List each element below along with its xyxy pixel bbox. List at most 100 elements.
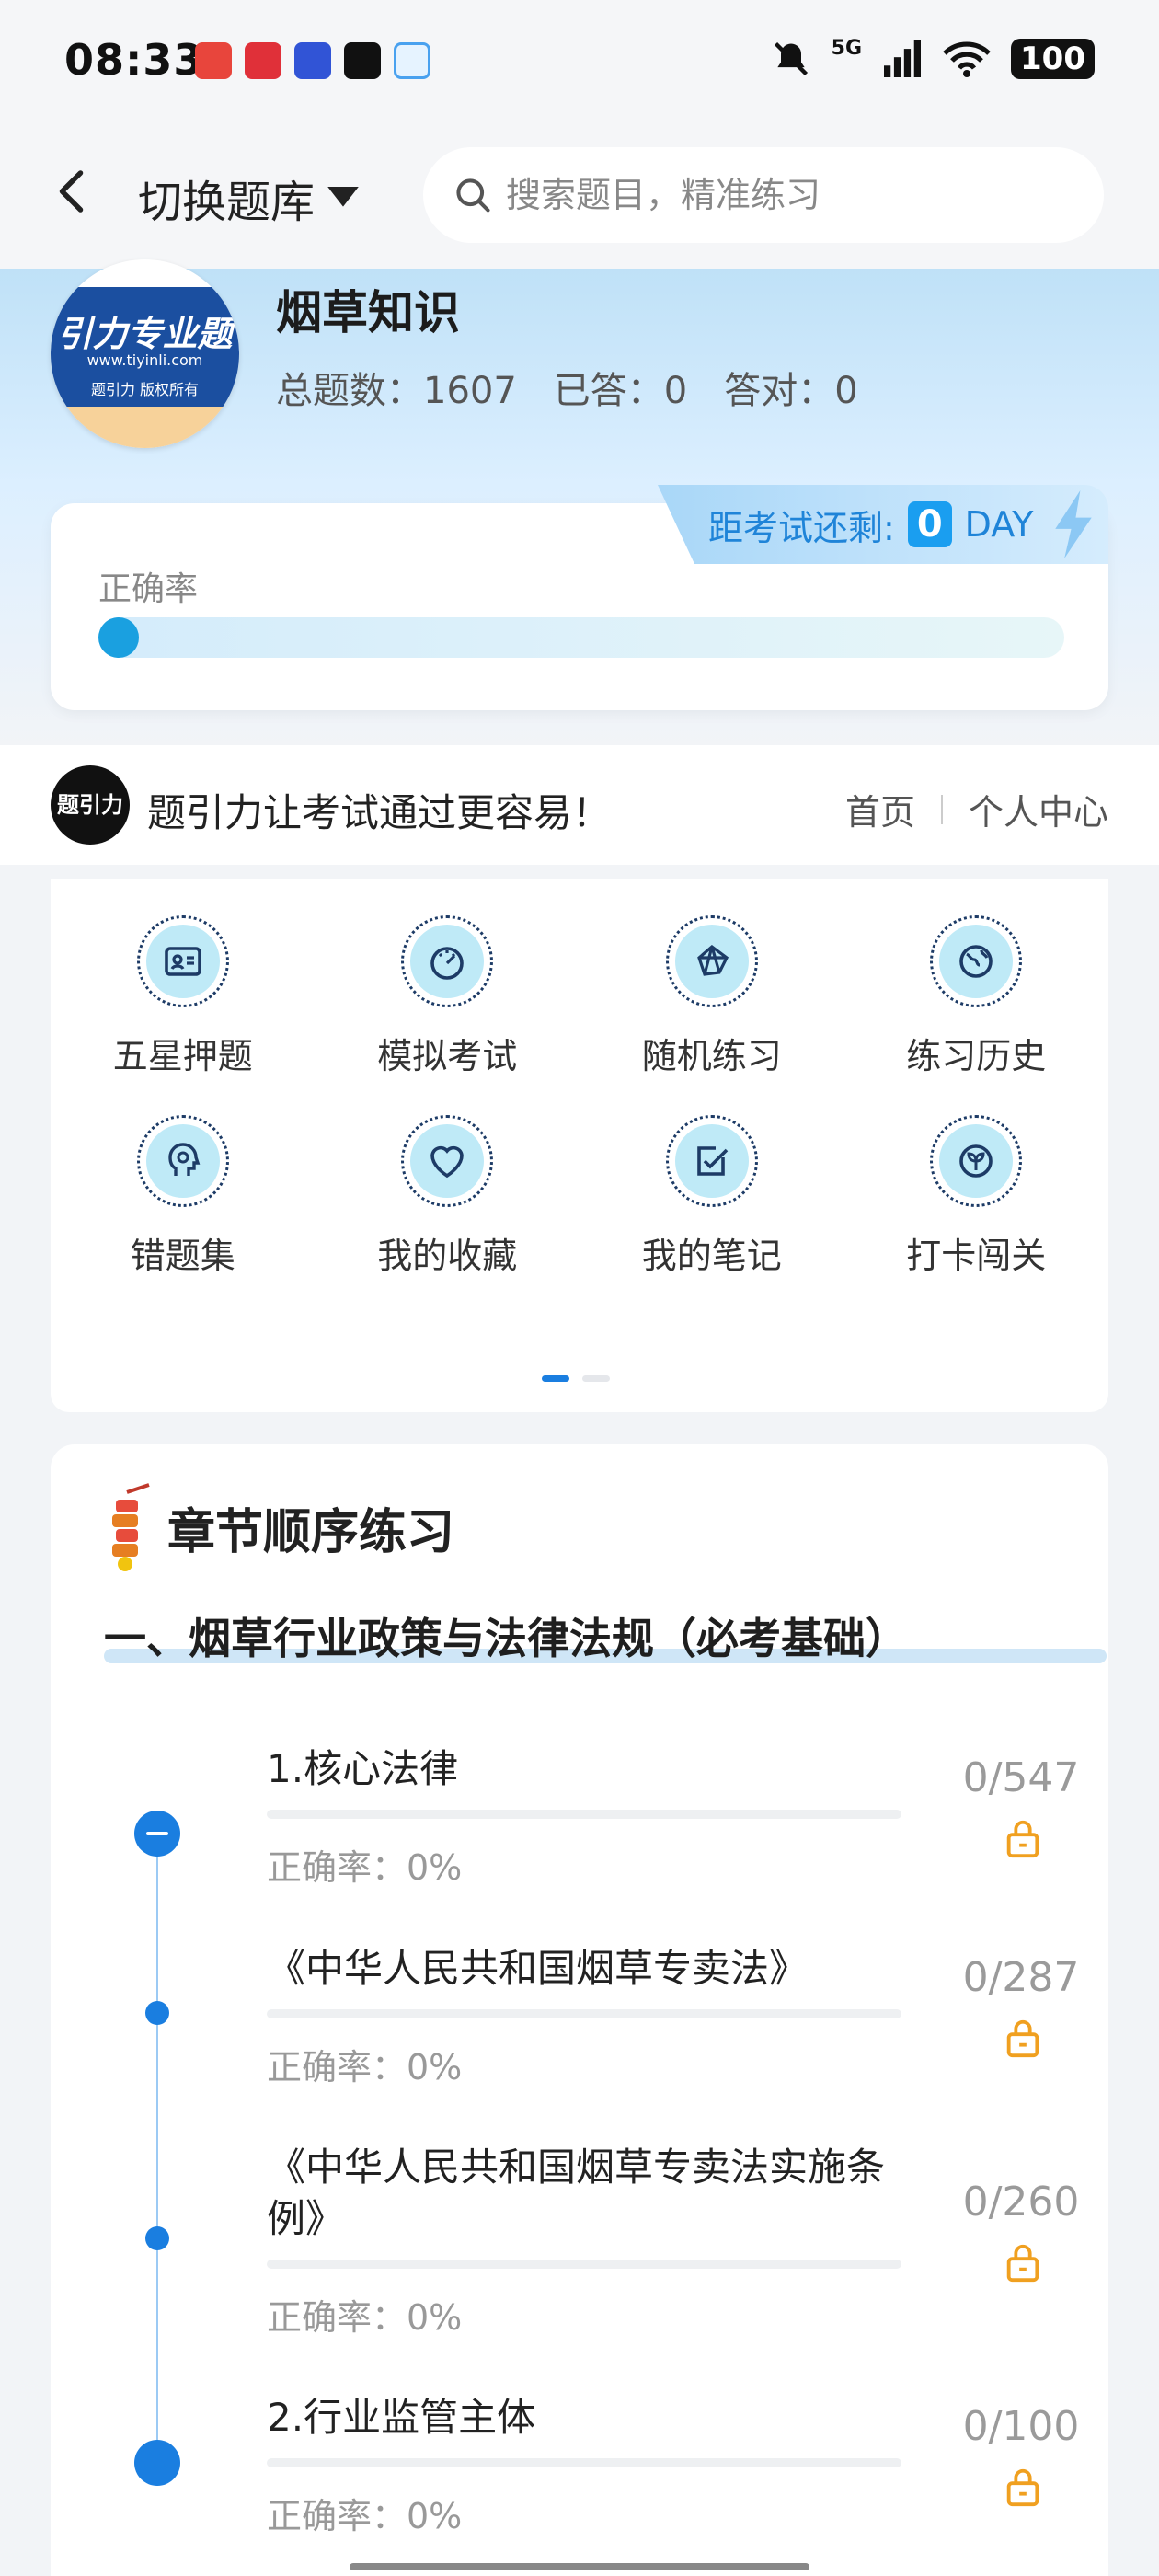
link-divider (940, 794, 943, 824)
search-bar[interactable] (423, 147, 1104, 243)
caret-down-icon (327, 187, 359, 207)
system-icons: 5G 100 (771, 36, 1095, 79)
chapter-header: 章节顺序练习 (101, 1481, 454, 1573)
feature-label: 错题集 (130, 1236, 235, 1276)
chapter-item-count: 0/287 (962, 1954, 1080, 2001)
chapter-item-progress (267, 1810, 901, 1819)
search-icon (456, 178, 490, 213)
subject-hero: 引力专业题 www.tiyinli.com 题引力 版权所有 烟草知识 总题数：… (0, 259, 1159, 747)
accuracy-progress-bar (98, 617, 1064, 658)
section-title[interactable]: 一、烟草行业政策与法律法规（必考基础） (104, 1605, 908, 1666)
lock-icon (1006, 2468, 1039, 2507)
accuracy-card: 距考试还剩: 0 DAY 正确率 (51, 485, 1108, 710)
exam-countdown: 距考试还剩: 0 DAY (658, 485, 1108, 564)
logo-url-text: www.tiyinli.com (86, 351, 203, 369)
chapter-item-name: 1.核心法律 (267, 1746, 459, 1791)
leaf-icon (959, 1144, 993, 1178)
chapter-item-count: 0/260 (962, 2179, 1080, 2225)
feature-grid-card: 五星押题 模拟考试 随机练习 练习历史 错题集 我的收藏 我的笔记 打卡闯关 (51, 879, 1108, 1412)
chevron-left-icon (59, 170, 84, 213)
id-card-icon (164, 947, 201, 976)
timeline-dot (145, 2226, 169, 2250)
subject-logo: 引力专业题 www.tiyinli.com 题引力 版权所有 (51, 259, 239, 448)
chapter-heading: 章节顺序练习 (167, 1504, 455, 1560)
mute-icon (774, 41, 808, 76)
logo-brand-text: 引力专业题 (57, 314, 233, 354)
accuracy-progress-fill (98, 617, 139, 658)
search-input[interactable] (506, 175, 1058, 215)
chapter-practice-card: 章节顺序练习 一、烟草行业政策与法律法规（必考基础） 1.核心法律 正确率：0%… (51, 1444, 1108, 2576)
head-icon (168, 1143, 201, 1176)
app-notification-1-icon (195, 42, 232, 79)
feature-label: 打卡闯关 (906, 1236, 1047, 1276)
network-icon (696, 944, 729, 976)
speedometer-icon (430, 947, 465, 980)
feature-label: 练习历史 (906, 1036, 1047, 1076)
chapter-item-accuracy: 正确率：0% (267, 2047, 463, 2087)
status-bar: 08:33 5G 100 (0, 0, 1159, 129)
countdown-label: 距考试还剩: (708, 507, 895, 548)
back-button[interactable] (46, 164, 101, 219)
page-dot-active[interactable] (542, 1375, 569, 1382)
chapter-item-accuracy: 正确率：0% (267, 1847, 463, 1888)
chapter-item-progress (267, 2009, 901, 2018)
note-check-icon (696, 1146, 729, 1176)
feature-grid: 五星押题 模拟考试 随机练习 练习历史 错题集 我的收藏 我的笔记 打卡闯关 (51, 915, 1108, 1278)
countdown-unit: DAY (964, 504, 1034, 545)
lock-icon (1006, 1820, 1039, 1858)
subject-stats: 总题数：1607 已答：0 答对：0 (276, 361, 858, 414)
status-time: 08:33 (64, 35, 204, 85)
feature-favorites[interactable]: 我的收藏 (316, 1115, 580, 1278)
feature-history[interactable]: 练习历史 (844, 915, 1109, 1078)
brand-banner: 题引力 题引力让考试通过更容易！ 首页 个人中心 (0, 745, 1159, 865)
lock-icon (1006, 2244, 1039, 2283)
feature-random-practice[interactable]: 随机练习 (580, 915, 844, 1078)
heart-icon (430, 1145, 465, 1179)
chapter-item-accuracy: 正确率：0% (267, 2496, 463, 2536)
countdown-value: 0 (907, 501, 952, 547)
profile-link[interactable]: 个人中心 (969, 784, 1108, 834)
lightning-icon (1054, 490, 1092, 558)
network-label: 5G (831, 36, 863, 60)
collapse-node-button[interactable] (134, 1811, 180, 1857)
timeline-line (156, 1812, 158, 2484)
logo-rights-text: 题引力 版权所有 (90, 381, 200, 398)
switch-bank-dropdown[interactable]: 切换题库 (138, 166, 359, 230)
globe-icon (959, 945, 993, 978)
feature-checkin[interactable]: 打卡闯关 (844, 1115, 1109, 1278)
app-notification-5-icon (394, 42, 430, 79)
home-indicator[interactable] (350, 2563, 809, 2570)
feature-wrong-questions[interactable]: 错题集 (51, 1115, 316, 1278)
chapter-item[interactable]: 2.行业监管主体 正确率：0% 0/100 (267, 2392, 1095, 2538)
firecracker-icon (112, 1483, 150, 1571)
app-notification-3-icon (294, 42, 331, 79)
page-indicator (542, 1375, 610, 1382)
xiaohongshu-notification-icon (245, 42, 281, 79)
chapter-item-progress (267, 2260, 901, 2269)
chapter-item[interactable]: 《中华人民共和国烟草专卖法实施条例》 正确率：0% 0/260 (267, 2142, 1095, 2340)
feature-notes[interactable]: 我的笔记 (580, 1115, 844, 1278)
answered-count: 已答：0 (553, 370, 688, 412)
home-link[interactable]: 首页 (845, 784, 915, 834)
chapter-item-count: 0/100 (962, 2403, 1080, 2450)
chapter-item-name: 2.行业监管主体 (267, 2395, 536, 2440)
chapter-item[interactable]: 1.核心法律 正确率：0% 0/547 (267, 1743, 1095, 1890)
chapter-item[interactable]: 《中华人民共和国烟草专卖法》 正确率：0% 0/287 (267, 1943, 1095, 2089)
feature-label: 模拟考试 (377, 1036, 518, 1076)
battery-indicator: 100 (1011, 39, 1095, 79)
banner-slogan: 题引力让考试通过更容易！ (147, 790, 612, 835)
chapter-item-accuracy: 正确率：0% (267, 2297, 463, 2338)
correct-count: 答对：0 (724, 370, 858, 412)
feature-mock-exam[interactable]: 模拟考试 (316, 915, 580, 1078)
page-dot[interactable] (582, 1375, 610, 1382)
feature-label: 我的收藏 (377, 1236, 518, 1276)
banner-links: 首页 个人中心 (845, 784, 1108, 834)
chapter-item-name: 《中华人民共和国烟草专卖法》 (267, 1946, 809, 1991)
accuracy-label: 正确率 (98, 570, 199, 608)
feature-five-star[interactable]: 五星押题 (51, 915, 316, 1078)
top-header: 切换题库 (0, 129, 1159, 269)
signal-icon (884, 40, 922, 77)
feature-label: 五星押题 (112, 1036, 253, 1076)
chapter-item-count: 0/547 (962, 1754, 1080, 1801)
notification-icons (195, 42, 430, 79)
